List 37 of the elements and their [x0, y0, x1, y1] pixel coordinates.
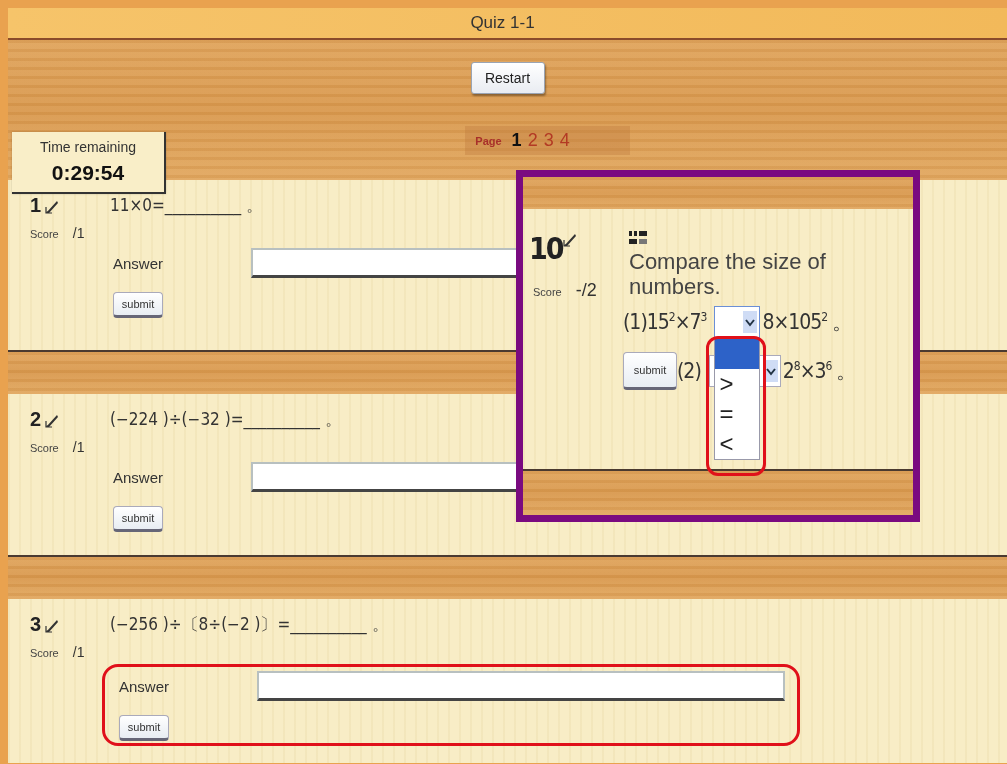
- answer-label: Answer: [119, 677, 171, 695]
- score-label: Score: [30, 647, 59, 659]
- score-label: Score: [533, 286, 562, 298]
- answer-label: Answer: [113, 468, 165, 486]
- submit-button[interactable]: submit: [113, 292, 163, 318]
- question-number: 3: [30, 613, 42, 636]
- score-value: /1: [72, 225, 85, 241]
- expression-text: 2$^{8}$×3$^{6}$ 。: [782, 357, 857, 385]
- submit-button[interactable]: submit: [623, 351, 677, 390]
- expression-text: (2): [677, 358, 701, 383]
- caret-icon: [743, 310, 758, 333]
- question-text: 11×0=__________ 。: [110, 194, 264, 217]
- question-number: 2: [30, 408, 42, 431]
- quiz-title: Quiz 1-1: [470, 13, 535, 33]
- timer-label: Time remaining: [40, 139, 136, 155]
- submit-button[interactable]: submit: [113, 506, 163, 532]
- question-text: (−256 )÷〔8÷(−2 )〕=__________ 。: [110, 613, 389, 636]
- pager-label: Page: [475, 134, 502, 147]
- expression-text: (1)15$^{2}$×7$^{3}$: [623, 309, 707, 334]
- grid-icon: [629, 231, 647, 245]
- score-value: /1: [72, 439, 85, 455]
- score-label: Score: [30, 442, 59, 454]
- submit-button[interactable]: submit: [119, 715, 169, 741]
- question-number: 10: [529, 231, 563, 266]
- question-text: (−224 )÷(−32 )=__________ 。: [110, 408, 342, 431]
- answer-field[interactable]: [257, 671, 785, 701]
- question-number: 1: [30, 194, 42, 217]
- instruction-text: Compare the size of numbers.: [629, 249, 827, 300]
- score-value: /1: [72, 644, 85, 660]
- answer-label: Answer: [113, 254, 165, 272]
- dropdown-select[interactable]: [714, 305, 761, 338]
- page-link[interactable]: 1: [511, 130, 522, 151]
- score-label: Score: [30, 228, 59, 240]
- restart-button[interactable]: Restart: [470, 62, 545, 94]
- timer-value: 0:29:54: [51, 161, 125, 185]
- score-value: -/2: [575, 280, 597, 301]
- expression-text: 8×105$^{2}$ 。: [762, 308, 853, 336]
